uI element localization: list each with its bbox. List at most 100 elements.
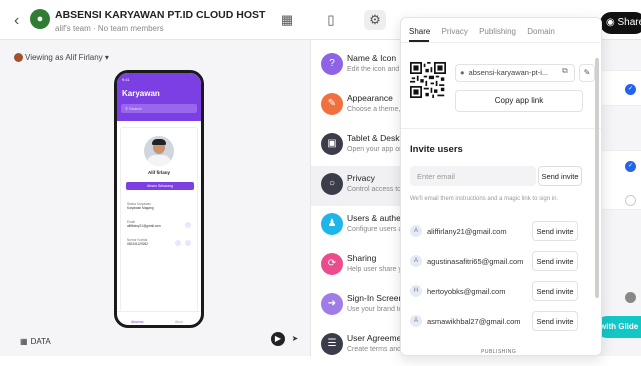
menu-subtitle: Edit the icon and d (347, 66, 405, 73)
menu-title: Name & Icon (347, 53, 397, 63)
edit-url-icon[interactable]: ✎ (579, 64, 595, 82)
users-icon: ♟ (321, 213, 343, 235)
phone-header: 9:41 Karyawan ⚲ Search (117, 73, 201, 121)
menu-item-users-auth[interactable]: ♟ Users & authent Configure users an (311, 206, 411, 246)
tab-share[interactable]: Share (409, 27, 430, 36)
back-icon[interactable]: ‹ (14, 12, 19, 30)
user-email: aliffirlany21@gmail.com (427, 227, 507, 236)
invite-email-input[interactable] (410, 166, 536, 186)
invite-note: We'll email them instructions and a magi… (410, 196, 559, 202)
help-icon: ? (321, 53, 343, 75)
menu-subtitle: Configure users an (347, 226, 407, 233)
menu-subtitle: Create terms and c (347, 346, 407, 353)
email-row: Email aliffirlany21@gmail.com (127, 220, 161, 228)
status-row: Status Karyawan Karyawan Magang (127, 202, 154, 210)
nav-absensi[interactable]: Absensi (131, 320, 143, 324)
invite-users-heading: Invite users (410, 144, 463, 155)
user-send-invite-button[interactable]: Send invite (532, 221, 578, 241)
avatar (14, 53, 23, 63)
lock-icon: ○ (321, 173, 343, 195)
user-email: asmawikhbal27@gmail.com (427, 317, 521, 326)
menu-title: Sharing (347, 253, 377, 263)
radio-icon[interactable] (625, 195, 636, 206)
employee-card: Alif firlany Absen Sekarang Status Karya… (120, 127, 198, 312)
settings-gear-icon[interactable]: ⚙ (364, 10, 386, 30)
user-email: agustinasafitri65@gmail.com (427, 257, 524, 266)
chat-icon: ▣ (321, 133, 343, 155)
document-icon: ☰ (321, 333, 343, 355)
phone-bottom-nav: Absensi Akun (117, 311, 201, 325)
user-send-invite-button[interactable]: Send invite (532, 251, 578, 271)
divider (401, 42, 601, 43)
data-button[interactable]: ▦ DATA (20, 337, 54, 346)
menu-title: Tablet & Deskto (347, 133, 407, 143)
glide-button[interactable]: with Glide (596, 316, 641, 338)
data-grid-icon[interactable]: ▦ (276, 10, 298, 30)
user-send-invite-button[interactable]: Send invite (532, 281, 578, 301)
menu-item-appearance[interactable]: ✎ Appearance Choose a theme, c (311, 86, 411, 126)
publishing-label: PUBLISHING (481, 349, 517, 355)
table-icon: ▦ (20, 337, 28, 346)
user-email: hertoyobks@gmail.com (427, 287, 506, 296)
menu-subtitle: Help user share yo (347, 266, 406, 273)
viewing-as-selector[interactable]: Viewing as Alif Firlany ▾ (14, 53, 109, 63)
globe-icon: ● (460, 68, 465, 77)
share-popover: Share Privacy Publishing Domain ● absensi… (400, 17, 602, 356)
cursor-icon[interactable]: ➤ (288, 332, 302, 346)
open-external-icon[interactable]: ⧉ (562, 66, 568, 76)
call-icon[interactable] (175, 240, 181, 246)
absen-button[interactable]: Absen Sekarang (126, 182, 194, 190)
copy-link-button[interactable]: Copy app link (455, 90, 583, 112)
preview-pane: Viewing as Alif Firlany ▾ 9:41 Karyawan … (0, 40, 310, 356)
share-tabs: Share Privacy Publishing Domain (409, 27, 564, 36)
signin-icon: ➜ (321, 293, 343, 315)
menu-item-name-icon[interactable]: ? Name & Icon Edit the icon and d (311, 46, 411, 86)
phone-preview[interactable]: 9:41 Karyawan ⚲ Search Alif firlany Abse… (114, 70, 204, 328)
user-row: A agustinasafitri65@gmail.com Send invit… (410, 251, 578, 271)
menu-item-sharing[interactable]: ⟳ Sharing Help user share yo (311, 246, 411, 286)
menu-item-tablet-desktop[interactable]: ▣ Tablet & Deskto Open your app on (311, 126, 411, 166)
play-icon[interactable]: ▶ (271, 332, 285, 346)
app-logo-icon: ● (30, 9, 50, 29)
user-row: A aliffirlany21@gmail.com Send invite (410, 221, 578, 241)
user-avatar: A (410, 315, 422, 327)
app-subtitle: alif's team · No team members (55, 24, 164, 33)
settings-menu: ? Name & Icon Edit the icon and d ✎ Appe… (310, 40, 411, 356)
app-url-field[interactable]: ● absensi-karyawan-pt-i... (455, 64, 575, 82)
tab-publishing[interactable]: Publishing (479, 27, 516, 36)
user-avatar: H (410, 285, 422, 297)
user-row: A asmawikhbal27@gmail.com Send invite (410, 311, 578, 331)
share-button[interactable]: ◉ Share (600, 12, 641, 34)
menu-subtitle: Choose a theme, c (347, 106, 406, 113)
employee-photo (144, 136, 174, 166)
phone-search[interactable]: ⚲ Search (121, 104, 197, 113)
user-row: H hertoyobks@gmail.com Send invite (410, 281, 578, 301)
contact-row: Nomor Kontak 082341129262 (127, 238, 149, 246)
message-icon[interactable] (185, 240, 191, 246)
check-icon[interactable]: ✓ (625, 84, 636, 95)
user-send-invite-button[interactable]: Send invite (532, 311, 578, 331)
email-action-icon[interactable] (185, 222, 191, 228)
share-icon: ⟳ (321, 253, 343, 275)
toggle-icon[interactable] (625, 292, 636, 303)
tab-domain[interactable]: Domain (527, 27, 555, 36)
qr-code-icon (410, 62, 446, 98)
brush-icon: ✎ (321, 93, 343, 115)
mobile-layout-icon[interactable]: ▯ (320, 10, 342, 30)
employee-name: Alif firlany (147, 170, 170, 175)
menu-title: Sign-In Screen (347, 293, 404, 303)
send-invite-button[interactable]: Send invite (538, 166, 582, 186)
phone-time: 9:41 (122, 77, 130, 82)
menu-subtitle: Open your app on (347, 146, 404, 153)
nav-akun[interactable]: Akun (175, 320, 183, 324)
menu-item-privacy[interactable]: ○ Privacy Control access to y (311, 166, 411, 206)
menu-title: Appearance (347, 93, 393, 103)
user-avatar: A (410, 225, 422, 237)
popover-scrollbar[interactable] (595, 58, 599, 298)
menu-item-user-agreement[interactable]: ☰ User Agreement Create terms and c (311, 326, 411, 366)
menu-item-sign-in[interactable]: ➜ Sign-In Screen Use your brand to (311, 286, 411, 326)
check-icon[interactable]: ✓ (625, 161, 636, 172)
user-avatar: A (410, 255, 422, 267)
divider (401, 128, 601, 129)
tab-privacy[interactable]: Privacy (442, 27, 468, 36)
